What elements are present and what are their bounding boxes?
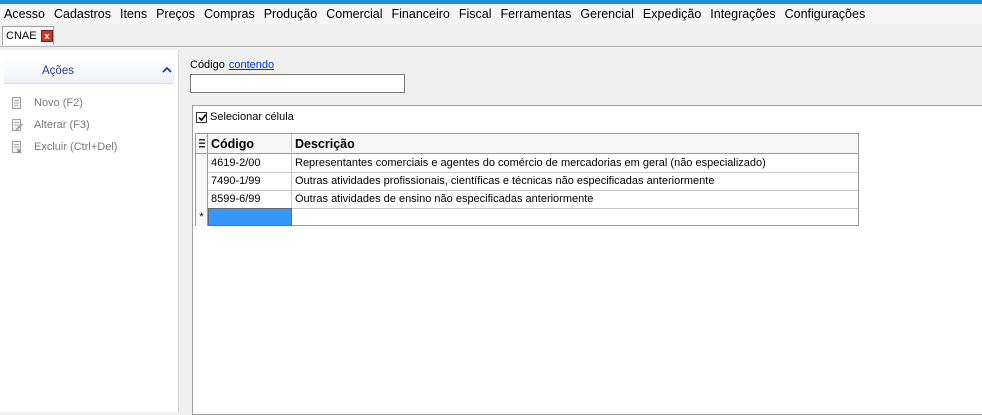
select-cell-label: Selecionar célula	[210, 111, 294, 123]
tab-label: CNAE	[6, 30, 37, 42]
cell-codigo[interactable]: 8599-6/99	[208, 190, 292, 208]
table-row[interactable]: 8599-6/99 Outras atividades de ensino nã…	[196, 190, 858, 209]
menu-item-itens[interactable]: Itens	[120, 7, 147, 21]
row-indicator[interactable]	[196, 154, 208, 172]
menu-item-compras[interactable]: Compras	[204, 7, 255, 21]
menu-bar: Acesso Cadastros Itens Preços Compras Pr…	[0, 4, 982, 24]
checkmark-icon	[198, 113, 207, 121]
delete-button[interactable]: Excluir (Ctrl+Del)	[10, 139, 117, 155]
row-indicator[interactable]	[196, 172, 208, 190]
menu-item-comercial[interactable]: Comercial	[326, 7, 382, 21]
grid-header-row: Código Descrição	[196, 134, 858, 154]
menu-item-financeiro[interactable]: Financeiro	[392, 7, 450, 21]
menu-item-expedicao[interactable]: Expedição	[643, 7, 701, 21]
contendo-link[interactable]: contendo	[229, 59, 274, 71]
filter-label-row: Código contendo	[190, 59, 274, 71]
new-button-label: Novo (F2)	[34, 97, 83, 109]
grid-panel: Selecionar célula Código Descrição 4619-…	[192, 105, 982, 415]
codigo-filter-label: Código	[190, 59, 225, 71]
delete-button-label: Excluir (Ctrl+Del)	[34, 141, 118, 153]
delete-document-icon	[12, 141, 22, 154]
menu-item-fiscal[interactable]: Fiscal	[459, 7, 492, 21]
menu-item-acesso[interactable]: Acesso	[4, 7, 45, 21]
codigo-search-input[interactable]	[190, 74, 405, 93]
document-tab-strip: CNAE x	[0, 24, 982, 47]
new-row-descricao-cell[interactable]	[292, 208, 858, 226]
menu-item-producao[interactable]: Produção	[264, 7, 318, 21]
new-row-marker: *	[196, 208, 208, 226]
actions-group-header[interactable]: Ações	[4, 57, 174, 84]
edit-button-label: Alterar (F3)	[34, 119, 90, 131]
menu-item-cadastros[interactable]: Cadastros	[54, 7, 111, 21]
menu-item-configuracoes[interactable]: Configurações	[785, 7, 866, 21]
actions-group-title: Ações	[42, 65, 74, 77]
row-indicator[interactable]	[196, 190, 208, 208]
select-cell-checkbox[interactable]	[196, 111, 207, 123]
edit-button[interactable]: Alterar (F3)	[10, 117, 90, 133]
cnae-grid: Código Descrição 4619-2/00 Representante…	[195, 133, 859, 226]
menu-item-precos[interactable]: Preços	[156, 7, 195, 21]
tab-cnae[interactable]: CNAE x	[2, 26, 54, 45]
cell-descricao[interactable]: Outras atividades de ensino não especifi…	[292, 190, 858, 208]
new-item-row[interactable]: *	[196, 208, 858, 226]
column-header-codigo[interactable]: Código	[208, 134, 292, 153]
menu-item-gerencial[interactable]: Gerencial	[580, 7, 634, 21]
table-row[interactable]: 7490-1/99 Outras atividades profissionai…	[196, 172, 858, 191]
select-cell-option[interactable]: Selecionar célula	[196, 111, 294, 123]
edit-document-icon	[12, 119, 23, 131]
new-row-codigo-cell[interactable]	[208, 208, 292, 226]
main-content: Código contendo Selecionar célula Código…	[180, 50, 982, 415]
cell-descricao[interactable]: Representantes comerciais e agentes do c…	[292, 154, 858, 172]
column-chooser-icon[interactable]	[196, 134, 208, 153]
cell-codigo[interactable]: 4619-2/00	[208, 154, 292, 172]
document-icon	[12, 97, 21, 109]
actions-sidebar: Ações Novo (F2) Alterar (F3) Excluir (Ct…	[0, 50, 179, 412]
table-row[interactable]: 4619-2/00 Representantes comerciais e ag…	[196, 154, 858, 173]
menu-item-integracoes[interactable]: Integrações	[710, 7, 775, 21]
cell-descricao[interactable]: Outras atividades profissionais, científ…	[292, 172, 858, 190]
close-tab-icon[interactable]: x	[41, 30, 53, 42]
cell-codigo[interactable]: 7490-1/99	[208, 172, 292, 190]
column-header-descricao[interactable]: Descrição	[292, 134, 858, 153]
chevron-up-icon[interactable]	[162, 66, 172, 74]
menu-item-ferramentas[interactable]: Ferramentas	[501, 7, 572, 21]
new-button[interactable]: Novo (F2)	[10, 95, 83, 111]
